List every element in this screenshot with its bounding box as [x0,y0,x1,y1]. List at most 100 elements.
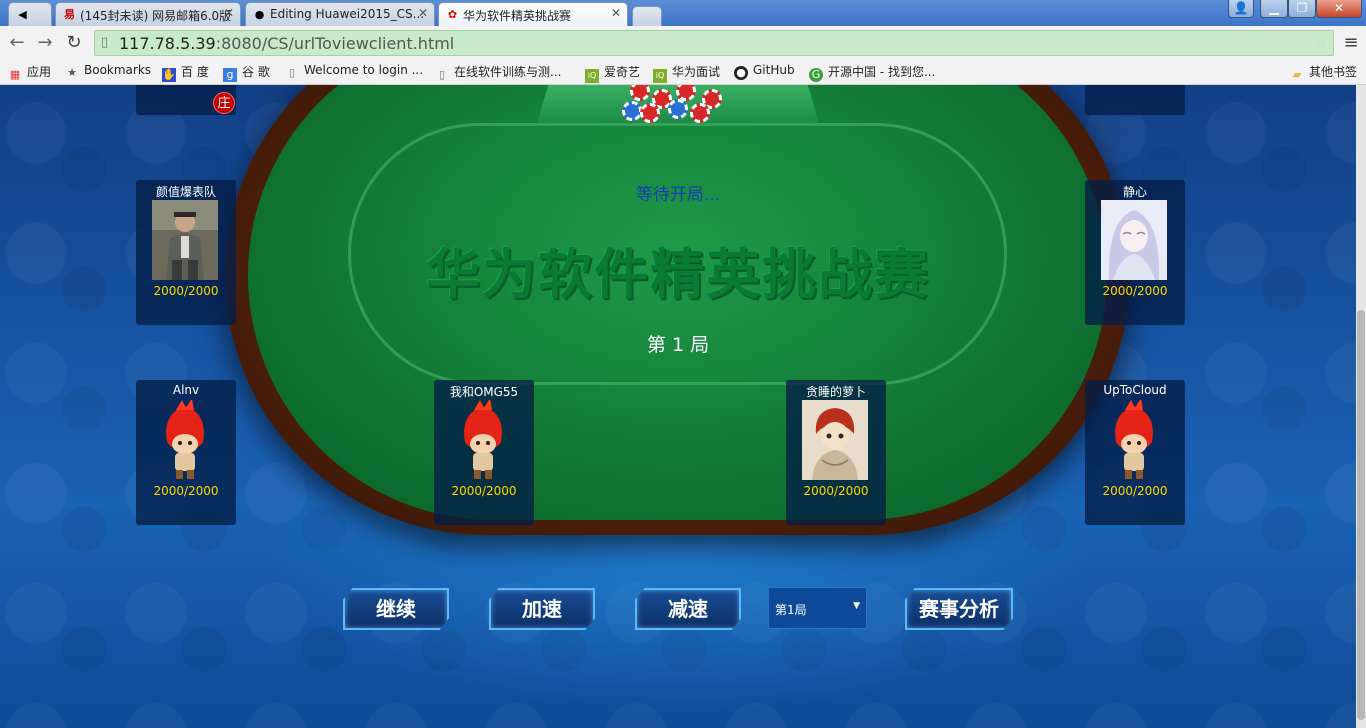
poker-chip-icon [690,103,710,123]
bookmark-oschina[interactable]: G 开源中国 - 找到您... [809,63,935,82]
url-host: 117.78.5.39 [119,34,216,53]
url-text: 117.78.5.39:8080/CS/urlToviewclient.html [119,34,454,53]
iqiyi-icon: iQ [653,69,667,83]
forward-button[interactable]: → [34,32,56,54]
slow-down-button[interactable]: 减速 [635,588,741,630]
google-icon: g [223,68,237,82]
netease-mail-icon: 易 [64,8,75,21]
star-icon: ★ [67,66,77,79]
tab-github-editing[interactable]: ● Editing Huawei2015_CS... ✕ [245,2,435,26]
page-icon: ▯ [101,35,109,50]
player-chips: 2000/2000 [803,484,869,498]
round-indicator: 第 1 局 [646,334,710,356]
round-select-value: 第1局 [775,603,807,617]
player-seat: 贪睡的萝卜 2000/2000 [786,380,886,525]
close-window-button[interactable]: ✕ [1316,0,1362,18]
bookmark-iqiyi[interactable]: iQ 爱奇艺 [585,63,641,83]
bookmark-label: 在线软件训练与测... [454,65,562,79]
baidu-icon: ✋ [162,68,176,82]
player-chips: 2000/2000 [451,484,517,498]
player-seat: UpToCloud 2000/2000 [1085,380,1185,525]
dealer-badge: 庄 [213,92,235,114]
iqiyi-icon: iQ [585,69,599,83]
player-name: 颜值爆表队 [155,185,216,199]
page-icon: ▯ [438,68,446,81]
folder-icon: ▰ [1292,68,1302,81]
player-chips: 2000/2000 [153,484,219,498]
player-name: 我和OMG55 [449,385,519,399]
bookmark-star-icon[interactable]: ☆ [1314,34,1327,52]
poker-game-area: 等待开局... 华为软件精英挑战赛 第 1 局 庄 颜值爆表队 2000/200… [0,85,1356,728]
player-seat-top-right [1085,85,1185,115]
page-scrollbar[interactable] [1356,85,1366,728]
address-bar[interactable]: ▯ 117.78.5.39:8080/CS/urlToviewclient.ht… [94,30,1334,56]
bookmark-label: GitHub [753,63,795,77]
close-icon[interactable]: ✕ [418,6,428,20]
bookmark-github[interactable]: ● GitHub [734,63,795,80]
close-icon[interactable]: ✕ [224,6,234,20]
tab-netease-mail[interactable]: 易 (145封未读) 网易邮箱6.0版 ✕ [55,2,241,26]
bookmark-label: 应用 [27,65,52,79]
player-avatar [802,400,868,480]
tab-audio[interactable]: ◀ [8,2,52,26]
bookmark-label: 爱奇艺 [604,65,641,79]
reload-button[interactable]: ↻ [63,32,85,54]
menu-icon[interactable]: ≡ [1340,32,1362,54]
tab-huawei-challenge[interactable]: ✿ 华为软件精英挑战赛 ✕ [438,2,628,26]
bookmark-label: 百 度 [181,65,209,79]
new-tab-button[interactable] [632,6,662,26]
oschina-icon: G [809,68,823,82]
chibi-avatar-icon [464,400,502,479]
bookmark-other[interactable]: ▰ 其他书签 [1290,63,1357,81]
bookmark-label: 华为面试 [672,65,721,79]
match-analysis-button[interactable]: 赛事分析 [905,588,1013,630]
bookmark-apps[interactable]: ▦ 应用 [8,63,52,81]
bookmark-welcome-login[interactable]: ▯ Welcome to login ... [285,63,423,79]
round-select[interactable]: 第1局 ▼ [768,587,867,629]
page-icon: ▯ [288,66,296,79]
player-chips: 2000/2000 [1102,284,1168,298]
poker-chip-icon [630,85,650,101]
close-icon[interactable]: ✕ [611,6,621,20]
bookmark-online-training[interactable]: ▯ 在线软件训练与测... [435,63,562,81]
tab-label: Editing Huawei2015_CS... [270,7,425,21]
player-avatar [152,200,218,280]
poker-chip-icon [668,99,688,119]
continue-button[interactable]: 继续 [343,588,449,630]
player-name: UpToCloud [1103,383,1167,397]
player-chips: 2000/2000 [1102,484,1168,498]
chevron-down-icon: ▼ [853,601,860,611]
huawei-icon: ✿ [447,8,458,21]
bookmark-label: Bookmarks [84,63,152,77]
speed-up-button[interactable]: 加速 [489,588,595,630]
bookmark-bookmarks[interactable]: ★ Bookmarks [65,63,151,79]
chip-stack [620,85,730,125]
tab-label: (145封未读) 网易邮箱6.0版 [80,9,232,23]
maximize-button[interactable]: ❐ [1288,0,1316,18]
player-seat: 颜值爆表队 2000/2000 [136,180,236,325]
player-seat: 我和OMG55 2000/2000 [434,380,534,525]
player-seat: 静心 2000/2000 [1085,180,1185,325]
tab-label: 华为软件精英挑战赛 [463,9,572,23]
github-icon: ● [734,66,748,80]
bookmark-huawei-interview[interactable]: iQ 华为面试 [653,63,721,83]
player-name: 贪睡的萝卜 [805,385,866,399]
poker-chip-icon [640,103,660,123]
browser-tab-strip: ◀ 易 (145封未读) 网易邮箱6.0版 ✕ ● Editing Huawei… [0,0,1366,26]
player-avatar [1101,200,1167,280]
bookmark-label: 谷 歌 [242,65,270,79]
player-name: 静心 [1122,185,1147,199]
player-chips: 2000/2000 [153,284,219,298]
table-watermark: 华为软件精英挑战赛 [426,243,930,306]
minimize-button[interactable]: ▁ [1260,0,1288,18]
player-name: Alnv [172,383,200,397]
bookmark-label: Welcome to login ... [304,63,424,77]
bookmark-google[interactable]: g谷 歌 [223,63,270,82]
url-path: :8080/CS/urlToviewclient.html [215,34,455,53]
scrollbar-thumb[interactable] [1357,310,1365,720]
bookmark-baidu[interactable]: ✋ 百 度 [162,63,209,82]
profile-icon[interactable]: 👤 [1228,0,1254,18]
speaker-icon: ◀ [18,8,27,21]
apps-grid-icon: ▦ [9,68,21,81]
back-button[interactable]: ← [6,32,28,54]
